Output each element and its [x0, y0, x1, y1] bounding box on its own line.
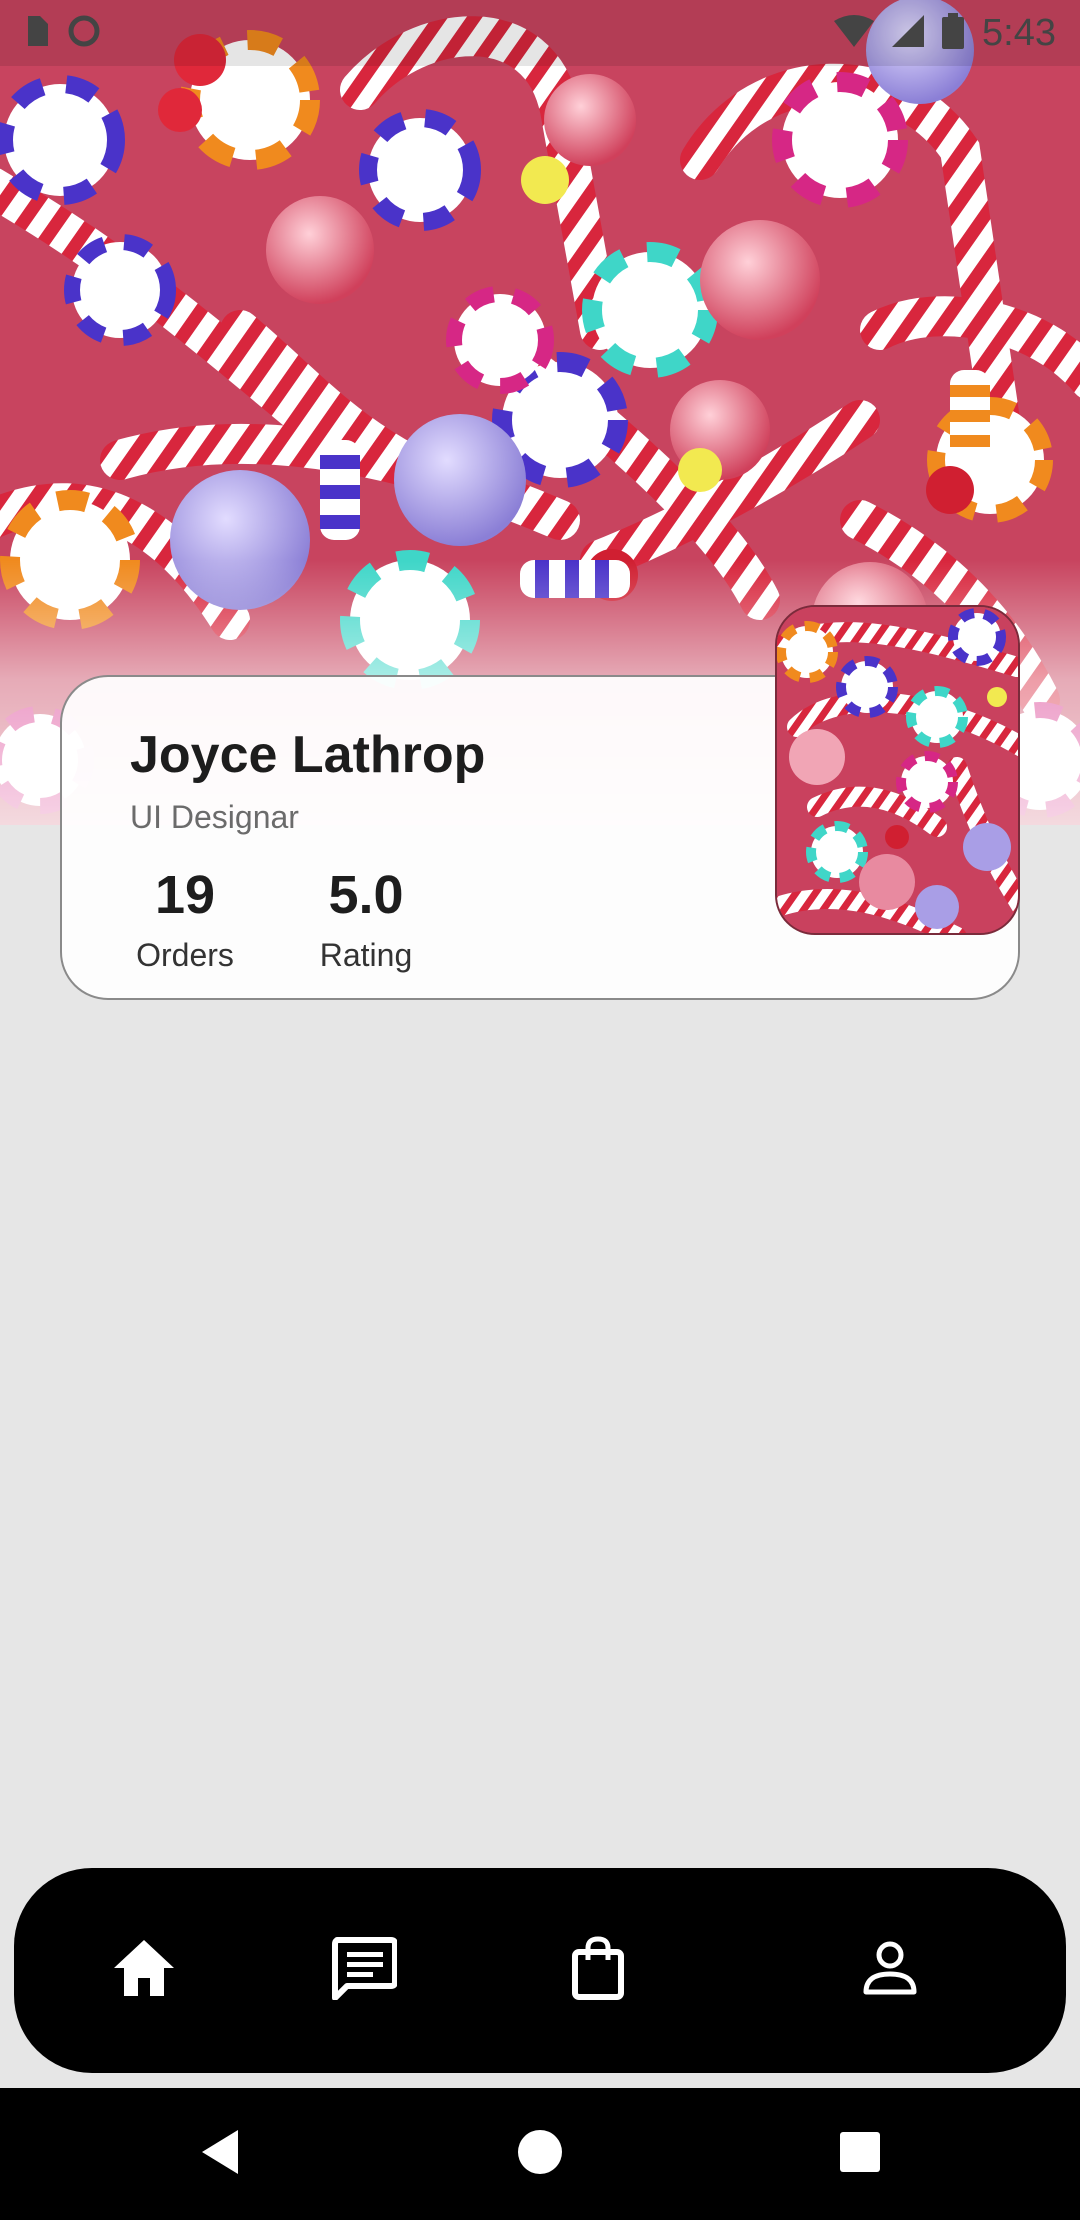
person-icon [862, 1940, 918, 2001]
system-back-button[interactable] [160, 2088, 280, 2220]
chat-icon [331, 1936, 398, 2005]
signal-icon [892, 14, 925, 52]
circle-status-icon [66, 13, 102, 54]
home-icon [112, 1938, 176, 2003]
rating-label: Rating [319, 937, 413, 973]
nav-profile-button[interactable] [830, 1868, 950, 2073]
battery-icon [942, 12, 965, 54]
sim-card-icon [24, 15, 48, 51]
nav-home-button[interactable] [84, 1868, 204, 2073]
system-home-button[interactable] [480, 2088, 600, 2220]
profile-role: UI Designar [130, 799, 299, 835]
status-bar: 5:43 [0, 0, 1080, 66]
system-recents-button[interactable] [800, 2088, 920, 2220]
bottom-navigation [14, 1868, 1066, 2073]
home-circle-icon [517, 2129, 563, 2180]
shopping-bag-icon [572, 1936, 624, 2005]
nav-shop-button[interactable] [538, 1868, 658, 2073]
nav-messages-button[interactable] [304, 1868, 424, 2073]
rating-value: 5.0 [328, 865, 404, 925]
avatar[interactable] [775, 605, 1020, 935]
rating-stat: 5.0 Rating [306, 865, 426, 974]
system-navigation-bar [0, 2088, 1080, 2220]
profile-name: Joyce Lathrop [130, 726, 486, 784]
wifi-icon [834, 14, 875, 52]
status-time: 5:43 [982, 11, 1056, 54]
orders-count: 19 [154, 865, 216, 925]
orders-stat: 19 Orders [130, 865, 240, 974]
back-icon [198, 2128, 242, 2181]
orders-label: Orders [136, 937, 234, 973]
recents-icon [839, 2131, 881, 2178]
